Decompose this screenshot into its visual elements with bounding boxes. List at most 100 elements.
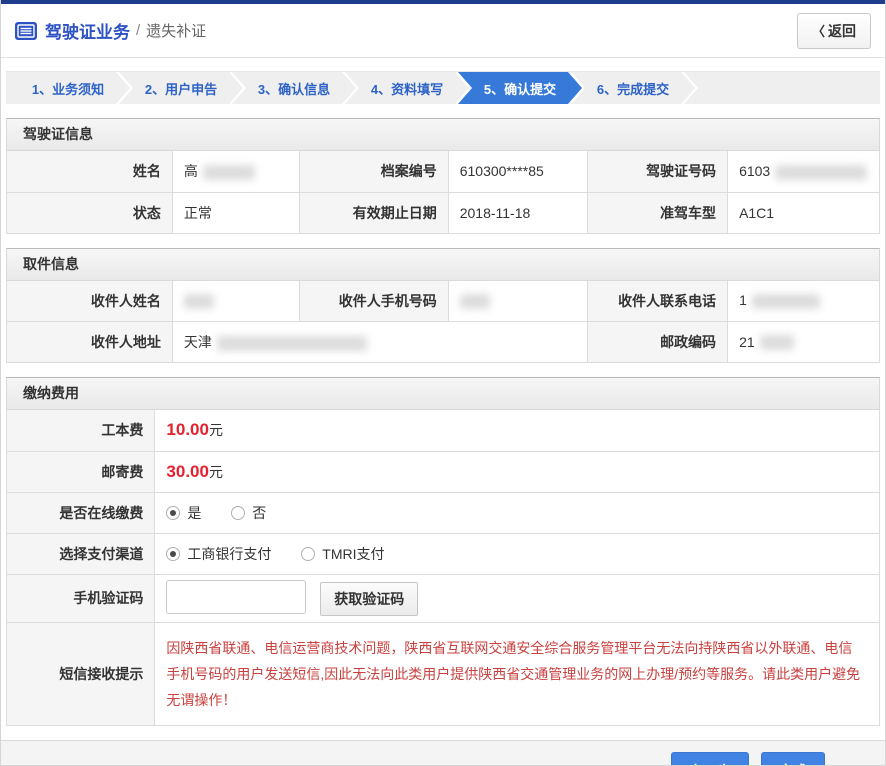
table-row: 选择支付渠道 工商银行支付 TMRI支付 bbox=[7, 533, 880, 574]
status-value: 正常 bbox=[172, 192, 299, 233]
redacted-blur bbox=[460, 294, 490, 309]
recipient-phone-value: 1 bbox=[728, 281, 880, 322]
online-payment-options: 是 否 bbox=[155, 492, 880, 533]
step-4-fill-data: 4、资料填写 bbox=[345, 72, 469, 104]
step-label: 2、用户申告 bbox=[145, 79, 217, 98]
recipient-phone-text: 1 bbox=[739, 292, 747, 308]
table-row: 短信接收提示 因陕西省联通、电信运营商技术问题，陕西省互联网交通安全综合服务管理… bbox=[7, 622, 880, 725]
redacted-blur bbox=[217, 336, 367, 351]
file-number-value: 610300****85 bbox=[448, 151, 588, 192]
sms-code-label: 手机验证码 bbox=[7, 574, 155, 622]
radio-label: TMRI支付 bbox=[322, 544, 384, 564]
online-payment-label: 是否在线缴费 bbox=[7, 492, 155, 533]
fee-unit: 元 bbox=[209, 422, 223, 438]
step-label: 6、完成提交 bbox=[597, 79, 669, 98]
name-label: 姓名 bbox=[7, 151, 173, 192]
wizard-steps: 1、业务须知 2、用户申告 3、确认信息 4、资料填写 5、确认提交 6、完成提… bbox=[6, 71, 880, 104]
name-value: 高 bbox=[172, 151, 299, 192]
step-label: 5、确认提交 bbox=[484, 79, 556, 98]
chevron-left-icon: 〈 bbox=[812, 21, 825, 40]
license-number-text: 6103 bbox=[739, 163, 770, 179]
back-button-label: 返回 bbox=[828, 21, 856, 41]
radio-online-yes[interactable]: 是 bbox=[166, 503, 201, 523]
step-3-confirm-info: 3、确认信息 bbox=[232, 72, 356, 104]
get-code-button[interactable]: 获取验证码 bbox=[320, 582, 418, 616]
payment-channel-options: 工商银行支付 TMRI支付 bbox=[155, 533, 880, 574]
production-fee-amount: 10.00 bbox=[166, 420, 209, 439]
breadcrumb-divider: / bbox=[136, 22, 140, 39]
page: 驾驶证业务 / 遗失补证 〈 返回 1、业务须知 2、用户申告 3、确认信息 4… bbox=[0, 0, 886, 766]
radio-unchecked-icon bbox=[231, 506, 245, 520]
recipient-mobile-label: 收件人手机号码 bbox=[300, 281, 448, 322]
step-label: 3、确认信息 bbox=[258, 79, 330, 98]
status-label: 状态 bbox=[7, 192, 173, 233]
production-fee-value: 10.00元 bbox=[155, 410, 880, 451]
recipient-address-text: 天津 bbox=[184, 334, 212, 350]
table-row: 收件人姓名 收件人手机号码 收件人联系电话 1 bbox=[7, 281, 880, 322]
recipient-address-value: 天津 bbox=[172, 322, 588, 363]
table-row: 姓名 高 档案编号 610300****85 驾驶证号码 6103 bbox=[7, 151, 880, 192]
postal-code-value: 21 bbox=[728, 322, 880, 363]
sms-notice-text: 因陕西省联通、电信运营商技术问题，陕西省互联网交通安全综合服务管理平台无法向持陕… bbox=[166, 635, 865, 713]
radio-checked-icon bbox=[166, 506, 180, 520]
back-button[interactable]: 〈 返回 bbox=[797, 13, 871, 49]
recipient-address-label: 收件人地址 bbox=[7, 322, 173, 363]
radio-unchecked-icon bbox=[301, 547, 315, 561]
step-2-declaration: 2、用户申告 bbox=[119, 72, 243, 104]
redacted-blur bbox=[760, 335, 794, 350]
footer-action-bar: 上一步 完成 bbox=[1, 740, 885, 766]
license-number-label: 驾驶证号码 bbox=[588, 151, 728, 192]
recipient-name-label: 收件人姓名 bbox=[7, 281, 173, 322]
step-bar-filler bbox=[684, 72, 880, 104]
table-row: 邮寄费 30.00元 bbox=[7, 451, 880, 492]
vehicle-class-label: 准驾车型 bbox=[588, 192, 728, 233]
license-info-table: 姓名 高 档案编号 610300****85 驾驶证号码 6103 状态 正常 … bbox=[6, 151, 880, 234]
radio-label: 是 bbox=[187, 503, 201, 523]
license-number-value: 6103 bbox=[728, 151, 880, 192]
pickup-info-table: 收件人姓名 收件人手机号码 收件人联系电话 1 收件人地址 天津 邮政编码 21 bbox=[6, 281, 880, 364]
previous-step-button[interactable]: 上一步 bbox=[671, 752, 749, 766]
redacted-blur bbox=[775, 165, 867, 180]
postage-fee-value: 30.00元 bbox=[155, 451, 880, 492]
header: 驾驶证业务 / 遗失补证 〈 返回 bbox=[1, 4, 885, 58]
recipient-mobile-value bbox=[448, 281, 588, 322]
license-section-title: 驾驶证信息 bbox=[6, 118, 880, 151]
name-text: 高 bbox=[184, 163, 198, 179]
table-row: 收件人地址 天津 邮政编码 21 bbox=[7, 322, 880, 363]
page-title: 驾驶证业务 bbox=[45, 18, 130, 43]
license-info-section: 驾驶证信息 姓名 高 档案编号 610300****85 驾驶证号码 6103 … bbox=[6, 118, 880, 234]
table-row: 是否在线缴费 是 否 bbox=[7, 492, 880, 533]
recipient-name-value bbox=[172, 281, 299, 322]
step-6-finish: 6、完成提交 bbox=[571, 72, 695, 104]
finish-button[interactable]: 完成 bbox=[761, 752, 825, 766]
redacted-blur bbox=[184, 294, 214, 309]
breadcrumb-current: 遗失补证 bbox=[146, 20, 206, 41]
redacted-blur bbox=[203, 165, 255, 180]
vehicle-class-value: A1C1 bbox=[728, 192, 880, 233]
expiry-date-value: 2018-11-18 bbox=[448, 192, 588, 233]
step-label: 4、资料填写 bbox=[371, 79, 443, 98]
postage-fee-amount: 30.00 bbox=[166, 462, 209, 481]
fees-section: 缴纳费用 工本费 10.00元 邮寄费 30.00元 是否在线缴费 是 否 bbox=[6, 377, 880, 726]
table-row: 状态 正常 有效期止日期 2018-11-18 准驾车型 A1C1 bbox=[7, 192, 880, 233]
sms-code-input[interactable] bbox=[166, 580, 306, 614]
radio-channel-tmri[interactable]: TMRI支付 bbox=[301, 544, 384, 564]
recipient-phone-label: 收件人联系电话 bbox=[588, 281, 728, 322]
postal-code-label: 邮政编码 bbox=[588, 322, 728, 363]
radio-checked-icon bbox=[166, 547, 180, 561]
production-fee-label: 工本费 bbox=[7, 410, 155, 451]
fee-unit: 元 bbox=[209, 464, 223, 480]
table-row: 手机验证码 获取验证码 bbox=[7, 574, 880, 622]
step-label: 1、业务须知 bbox=[32, 79, 104, 98]
redacted-blur bbox=[752, 294, 820, 309]
main-content: 驾驶证信息 姓名 高 档案编号 610300****85 驾驶证号码 6103 … bbox=[1, 104, 885, 740]
sms-notice-label: 短信接收提示 bbox=[7, 622, 155, 725]
step-1-notice: 1、业务须知 bbox=[6, 72, 130, 104]
radio-channel-icbc[interactable]: 工商银行支付 bbox=[166, 544, 271, 564]
payment-channel-label: 选择支付渠道 bbox=[7, 533, 155, 574]
file-number-label: 档案编号 bbox=[300, 151, 448, 192]
pickup-info-section: 取件信息 收件人姓名 收件人手机号码 收件人联系电话 1 收件人地址 天津 邮政… bbox=[6, 248, 880, 364]
fees-section-title: 缴纳费用 bbox=[6, 377, 880, 410]
radio-online-no[interactable]: 否 bbox=[231, 503, 266, 523]
sms-code-field: 获取验证码 bbox=[155, 574, 880, 622]
